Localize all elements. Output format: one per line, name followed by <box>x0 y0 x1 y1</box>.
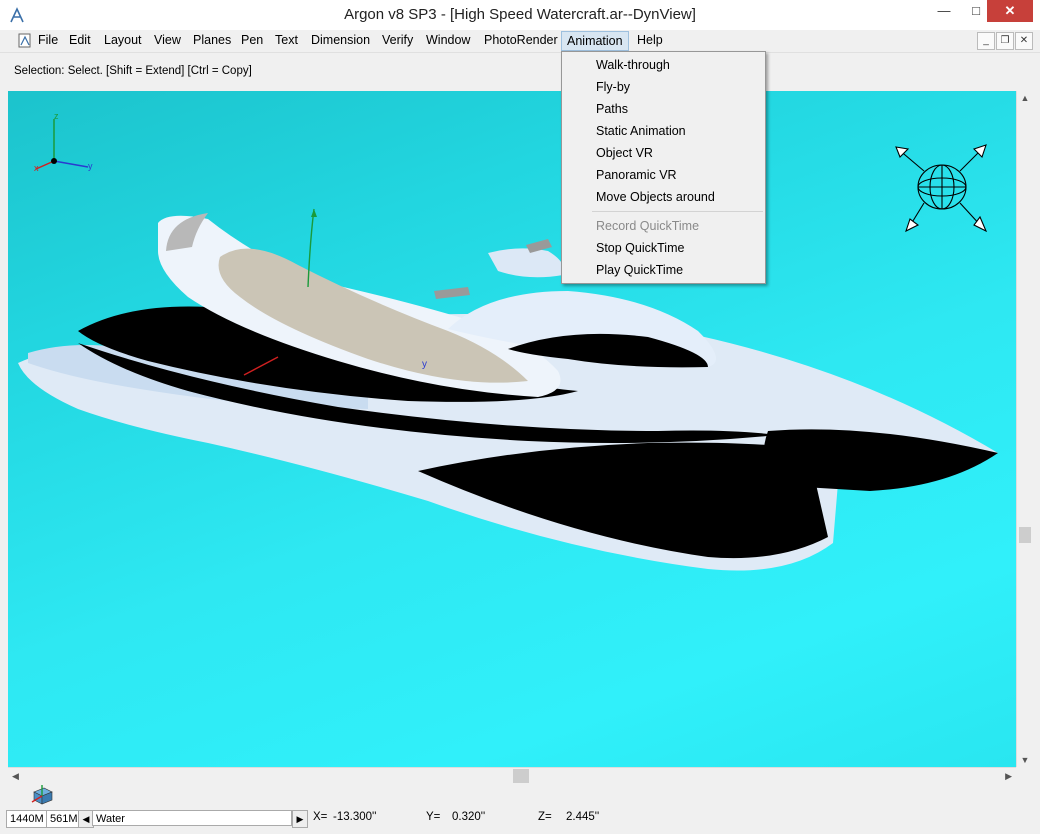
3d-viewport[interactable]: z y x y <box>8 91 1016 767</box>
menu-item-fly-by[interactable]: Fly-by <box>596 80 630 94</box>
scroll-down-icon[interactable]: ▼ <box>1017 755 1033 765</box>
model-axis-label-y: y <box>422 359 427 370</box>
y-coord-label: Y= <box>426 811 441 823</box>
scroll-left-icon[interactable]: ◀ <box>12 768 19 784</box>
menu-window[interactable]: Window <box>426 33 470 47</box>
menu-edit[interactable]: Edit <box>69 33 91 47</box>
z-coord-value: 2.445'' <box>566 811 600 823</box>
menu-file[interactable]: File <box>38 33 58 47</box>
mdi-minimize-button[interactable]: _ <box>977 32 995 50</box>
horizontal-scrollbar[interactable]: ◀ ▶ <box>8 767 1016 784</box>
x-coord-label: X= <box>313 811 328 823</box>
menu-item-move-objects-around[interactable]: Move Objects around <box>596 190 715 204</box>
menu-photorender[interactable]: PhotoRender <box>484 33 558 47</box>
y-coord-value: 0.320'' <box>452 811 486 823</box>
scroll-up-icon[interactable]: ▲ <box>1017 93 1033 103</box>
minimize-button[interactable]: — <box>930 0 958 22</box>
maximize-button[interactable]: □ <box>962 0 990 22</box>
close-button[interactable]: ✕ <box>987 0 1033 22</box>
mdi-restore-button[interactable]: ❐ <box>996 32 1014 50</box>
vertical-scrollbar[interactable]: ▲ ▼ <box>1016 91 1033 767</box>
layer-name: Water <box>96 813 125 825</box>
menu-item-object-vr[interactable]: Object VR <box>596 146 653 160</box>
menu-item-stop-quicktime[interactable]: Stop QuickTime <box>596 241 684 255</box>
world-axis-indicator: z y x <box>34 111 93 173</box>
watercraft-model[interactable] <box>18 213 998 571</box>
memory-free: 561M <box>46 810 82 828</box>
mdi-close-button[interactable]: ✕ <box>1015 32 1033 50</box>
z-coord-label: Z= <box>538 811 552 823</box>
menu-item-panoramic-vr[interactable]: Panoramic VR <box>596 168 677 182</box>
menu-pen[interactable]: Pen <box>241 33 263 47</box>
menu-item-paths[interactable]: Paths <box>596 102 628 116</box>
menu-item-walk-through[interactable]: Walk-through <box>596 58 670 72</box>
menu-dimension[interactable]: Dimension <box>311 33 370 47</box>
layer-select[interactable]: Water <box>92 810 292 826</box>
menu-verify[interactable]: Verify <box>382 33 413 47</box>
menu-help[interactable]: Help <box>637 33 663 47</box>
memory-total: 1440M <box>6 810 48 828</box>
scroll-right-icon[interactable]: ▶ <box>1005 768 1012 784</box>
document-icon[interactable] <box>18 33 32 48</box>
menu-bar: File Edit Layout View Planes Pen Text Di… <box>0 30 1040 53</box>
axis-label-x: x <box>34 163 39 173</box>
menu-item-play-quicktime[interactable]: Play QuickTime <box>596 263 683 277</box>
title-bar: Argon v8 SP3 - [High Speed Watercraft.ar… <box>0 0 1040 31</box>
coordinate-system-icon[interactable] <box>30 784 54 806</box>
menu-animation[interactable]: Animation <box>561 31 629 51</box>
status-bar: 1440M 561M ◀ Water ▶ X= -13.300'' Y= 0.3… <box>0 783 1040 834</box>
menu-layout[interactable]: Layout <box>104 33 142 47</box>
menu-view[interactable]: View <box>154 33 181 47</box>
menu-item-static-animation[interactable]: Static Animation <box>596 124 686 138</box>
horizontal-scroll-thumb[interactable] <box>513 769 529 783</box>
menu-text[interactable]: Text <box>275 33 298 47</box>
layer-next-icon[interactable]: ▶ <box>292 810 308 828</box>
menu-item-record-quicktime: Record QuickTime <box>596 219 700 233</box>
menu-separator <box>592 211 763 212</box>
window-title: Argon v8 SP3 - [High Speed Watercraft.ar… <box>344 6 696 23</box>
x-coord-value: -13.300'' <box>333 811 377 823</box>
command-prompt-bar: Selection: Select. [Shift = Extend] [Ctr… <box>0 53 1040 91</box>
vertical-scroll-thumb[interactable] <box>1019 527 1031 543</box>
navigation-globe-icon[interactable] <box>895 144 988 233</box>
animation-menu-dropdown: Walk-through Fly-by Paths Static Animati… <box>561 51 766 284</box>
selection-prompt: Selection: Select. [Shift = Extend] [Ctr… <box>14 65 252 77</box>
axis-label-y: y <box>88 161 93 171</box>
menu-planes[interactable]: Planes <box>193 33 231 47</box>
axis-label-z: z <box>54 111 59 121</box>
